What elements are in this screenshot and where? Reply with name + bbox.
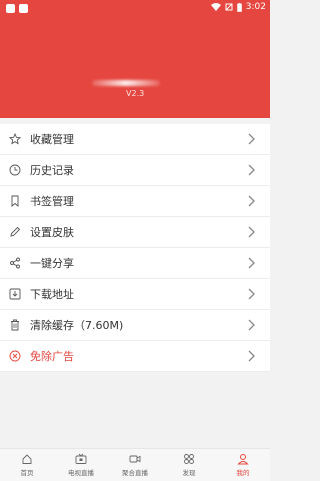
clock-icon	[9, 164, 21, 176]
menu-item-label: 下载地址	[30, 288, 74, 301]
wifi-icon	[210, 3, 221, 11]
menu-item-label: 历史记录	[30, 164, 74, 177]
chevron-right-icon	[248, 257, 255, 269]
bottom-tab-bar: 首页 电视直播 聚合直播 发现 我的	[0, 448, 270, 481]
no-signal-icon	[225, 3, 233, 11]
tv-icon	[75, 453, 87, 464]
tab-discover[interactable]: 发现	[162, 449, 216, 481]
notification-icon	[6, 4, 15, 13]
chevron-right-icon	[248, 319, 255, 331]
tab-mine[interactable]: 我的	[216, 449, 270, 481]
tab-home[interactable]: 首页	[0, 449, 54, 481]
video-icon	[129, 455, 141, 463]
close-circle-icon	[9, 350, 21, 362]
menu-item-label: 设置皮肤	[30, 226, 74, 239]
menu-item-remove-ads[interactable]: 免除广告	[0, 341, 270, 372]
menu-item-label: 免除广告	[30, 350, 74, 363]
profile-header: 3:02 V2.3	[0, 0, 270, 118]
menu-item-clear-cache[interactable]: 清除缓存（7.60M)	[0, 310, 270, 341]
status-bar: 3:02	[0, 0, 270, 16]
trash-icon	[9, 319, 21, 331]
bookmark-icon	[9, 195, 21, 207]
tab-tv-live[interactable]: 电视直播	[54, 449, 108, 481]
home-icon	[22, 454, 32, 464]
menu-item-favorites[interactable]: 收藏管理	[0, 124, 270, 155]
share-icon	[9, 257, 21, 269]
chevron-right-icon	[248, 164, 255, 176]
menu-item-label: 书签管理	[30, 195, 74, 208]
menu-item-label: 一键分享	[30, 257, 74, 270]
chevron-right-icon	[248, 133, 255, 145]
menu-item-share[interactable]: 一键分享	[0, 248, 270, 279]
chevron-right-icon	[248, 195, 255, 207]
star-icon	[9, 133, 21, 145]
chevron-right-icon	[248, 288, 255, 300]
grid-icon	[184, 454, 194, 464]
tab-label: 电视直播	[68, 469, 94, 477]
tab-label: 我的	[236, 469, 250, 477]
menu-item-history[interactable]: 历史记录	[0, 155, 270, 186]
battery-icon	[236, 2, 242, 12]
status-time: 3:02	[245, 2, 266, 12]
tab-label: 首页	[20, 469, 34, 477]
version-label: V2.3	[126, 89, 145, 98]
menu-item-skin[interactable]: 设置皮肤	[0, 217, 270, 248]
download-icon	[9, 288, 21, 300]
notification-icon-2	[19, 4, 28, 13]
menu-item-label: 清除缓存（7.60M)	[30, 319, 124, 332]
user-icon	[237, 454, 249, 465]
tab-label: 发现	[182, 469, 196, 477]
tab-aggregate-live[interactable]: 聚合直播	[108, 449, 162, 481]
chevron-right-icon	[248, 226, 255, 238]
pencil-icon	[9, 226, 21, 238]
username-blurred	[92, 80, 160, 86]
settings-menu: 收藏管理 历史记录 书签管理 设置皮肤 一键分享 下载地址 清除缓存（7.60M…	[0, 124, 270, 372]
menu-item-download[interactable]: 下载地址	[0, 279, 270, 310]
chevron-right-icon	[248, 350, 255, 362]
tab-label: 聚合直播	[122, 469, 148, 477]
menu-item-bookmarks[interactable]: 书签管理	[0, 186, 270, 217]
menu-item-label: 收藏管理	[30, 133, 74, 146]
